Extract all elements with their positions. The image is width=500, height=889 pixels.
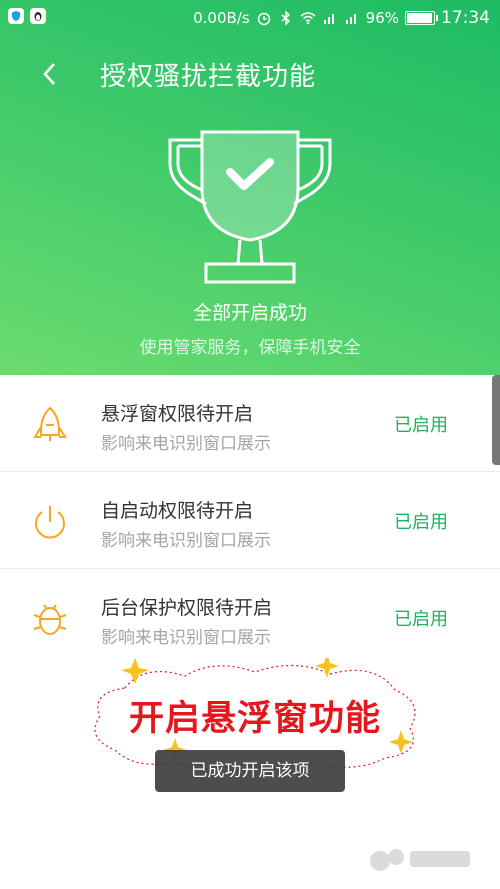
permission-list: 悬浮窗权限待开启 影响来电识别窗口展示 已启用 自启动权限待开启 影响来电识别窗… [0, 375, 500, 666]
trophy-check-icon [168, 130, 332, 284]
alarm-icon [257, 12, 270, 26]
battery-icon [405, 11, 438, 25]
permission-title: 后台保护权限待开启 [101, 597, 273, 619]
permission-row-floating-window[interactable]: 悬浮窗权限待开启 影响来电识别窗口展示 已启用 [0, 375, 500, 472]
toast-message: 已成功开启该项 [155, 750, 345, 792]
watermark-logo [370, 849, 470, 871]
status-label[interactable]: 已启用 [394, 411, 448, 437]
penguin-app-icon [30, 8, 46, 24]
network-speed: 0.00B/s [193, 9, 250, 27]
clock: 17:34 [441, 8, 490, 28]
rocket-icon [33, 406, 67, 441]
success-title: 全部开启成功 [192, 302, 307, 324]
permission-row-background-protect[interactable]: 后台保护权限待开启 影响来电识别窗口展示 已启用 [0, 569, 500, 666]
back-arrow-icon[interactable] [38, 58, 62, 90]
status-label[interactable]: 已启用 [394, 605, 448, 631]
page-title: 授权骚扰拦截功能 [100, 62, 317, 92]
scroll-indicator[interactable] [492, 375, 500, 465]
permission-title: 悬浮窗权限待开启 [101, 403, 254, 425]
status-bar: 0.00B/s 96% 17:34 [0, 0, 500, 36]
power-icon [35, 506, 65, 539]
permission-title: 自启动权限待开启 [101, 500, 254, 522]
signal-icon [323, 14, 334, 24]
battery-percent: 96% [365, 9, 399, 27]
status-label[interactable]: 已启用 [394, 508, 448, 534]
shield-app-icon [8, 8, 24, 24]
signal-icon [345, 14, 356, 24]
permission-desc: 影响来电识别窗口展示 [101, 434, 271, 454]
header-hero: 0.00B/s 96% 17:34 授权骚扰拦截功能 全部开启成功 使用管家服务… [0, 0, 500, 375]
success-subtitle: 使用管家服务，保障手机安全 [139, 338, 361, 358]
permission-desc: 影响来电识别窗口展示 [101, 628, 271, 648]
bug-icon [33, 604, 67, 635]
wifi-icon [300, 12, 316, 25]
annotation-text: 开启悬浮窗功能 [128, 699, 381, 739]
permission-row-auto-start[interactable]: 自启动权限待开启 影响来电识别窗口展示 已启用 [0, 472, 500, 569]
bluetooth-icon [281, 10, 290, 26]
permission-desc: 影响来电识别窗口展示 [101, 531, 271, 551]
